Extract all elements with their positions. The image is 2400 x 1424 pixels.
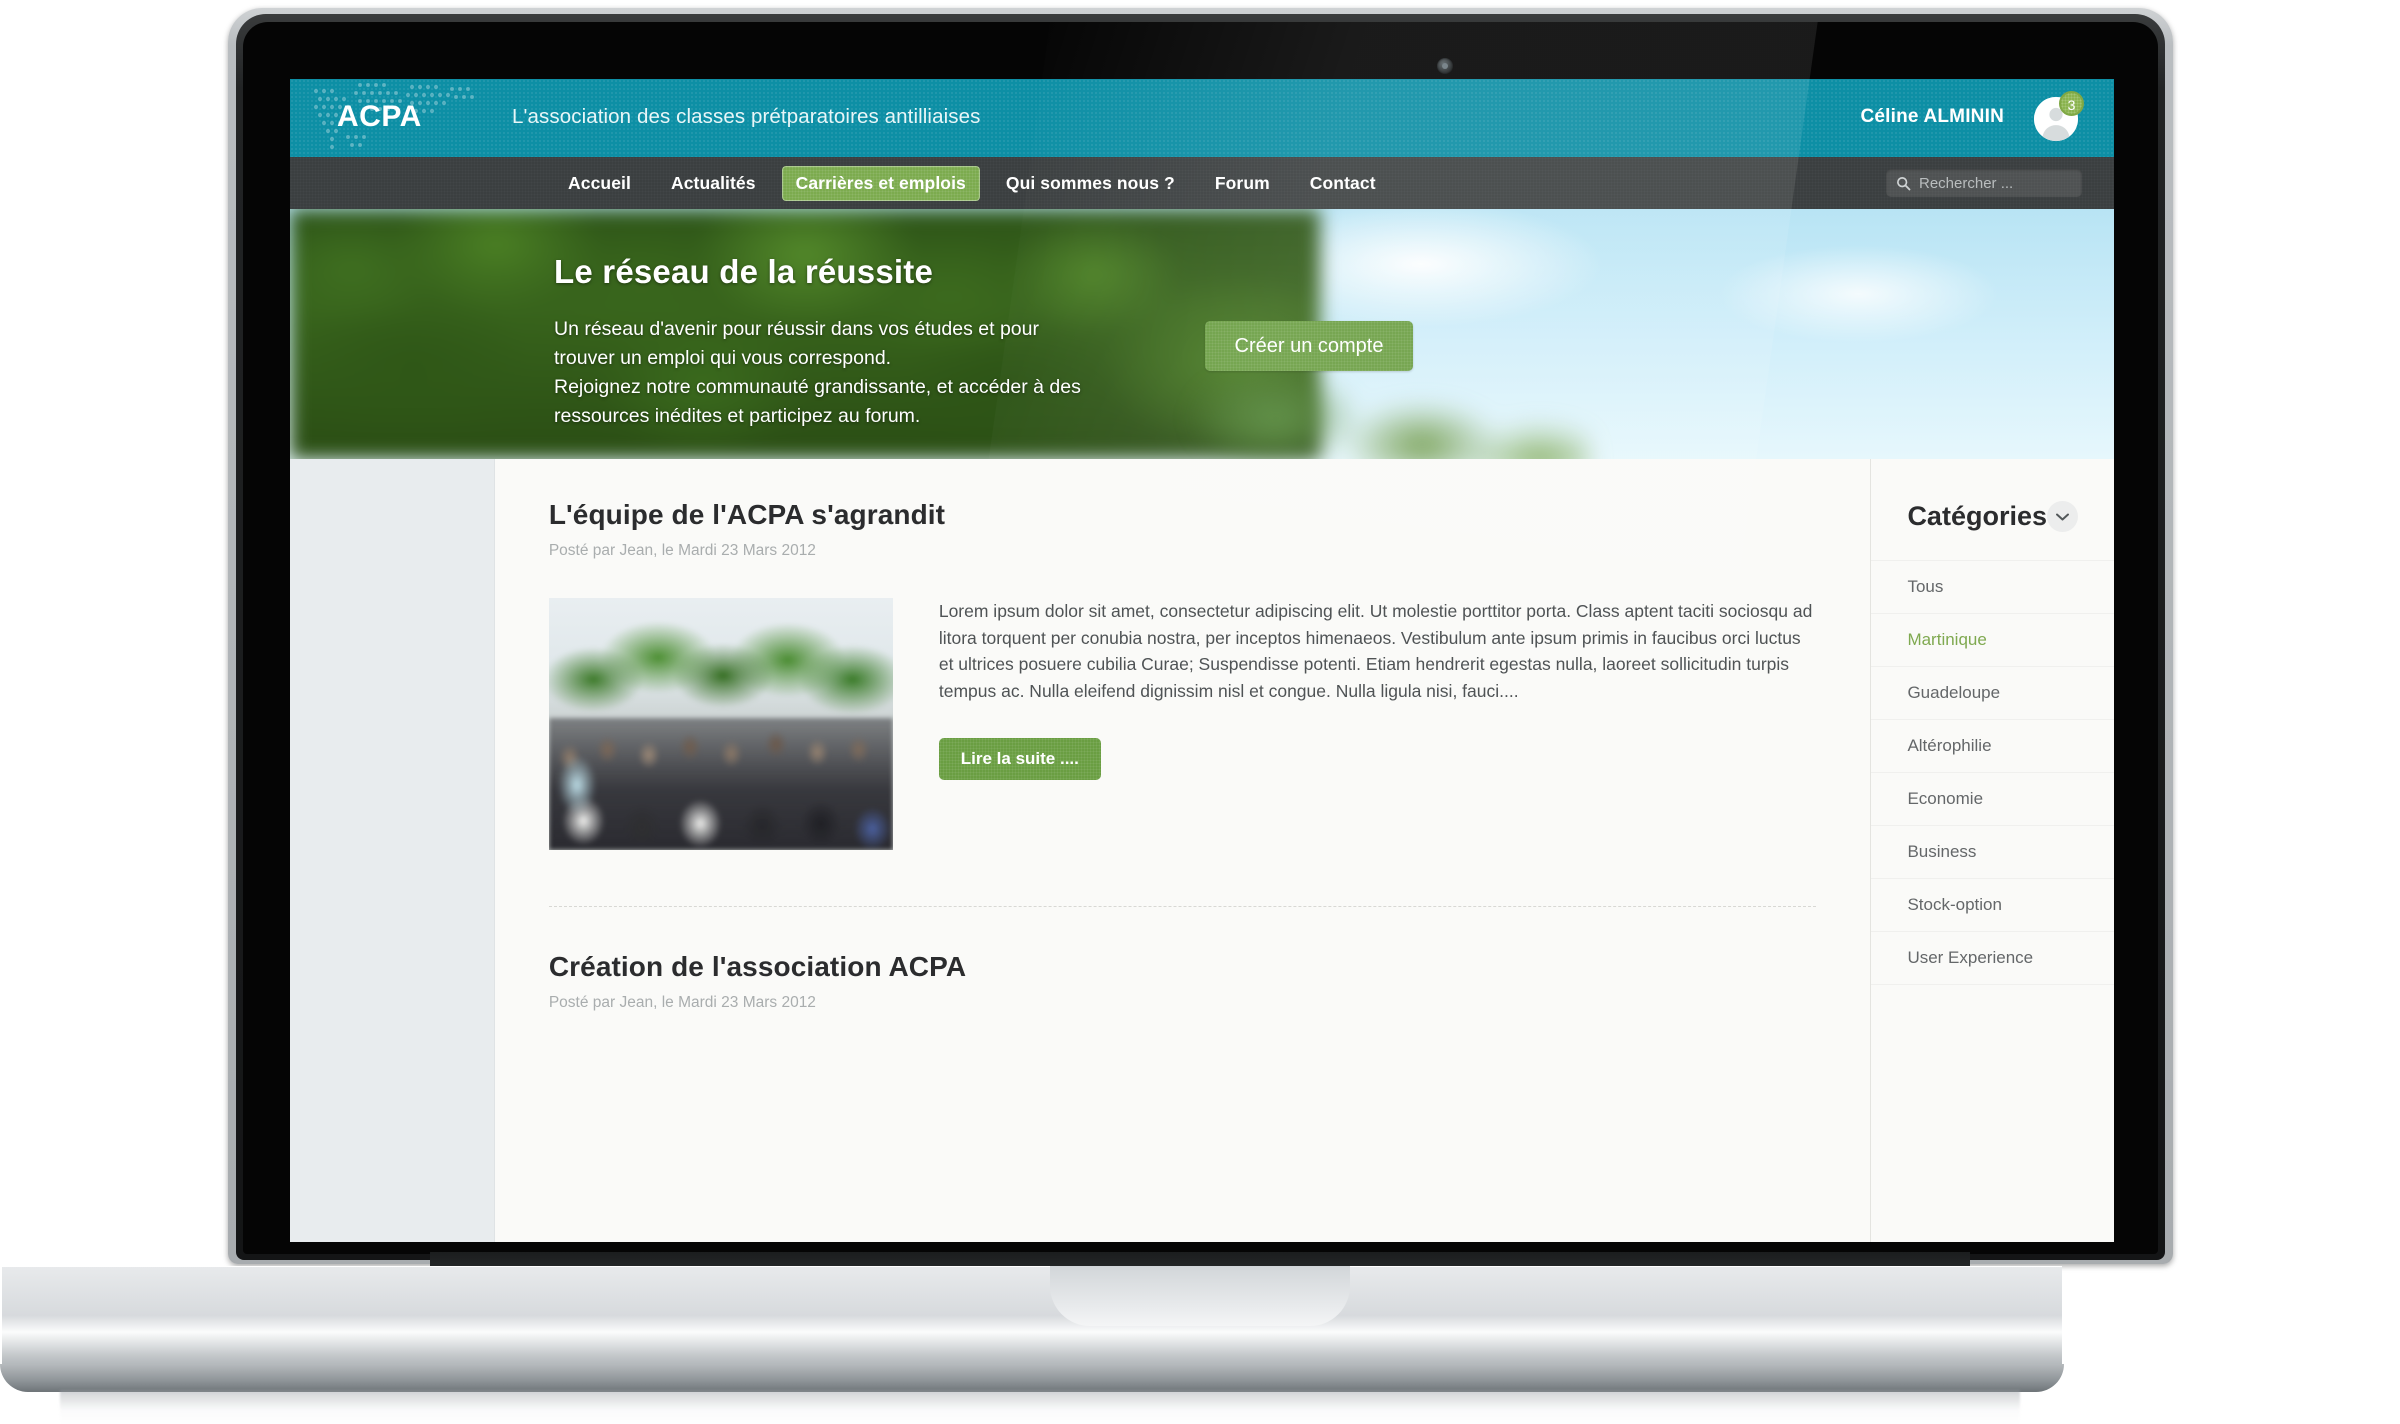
article-1: L'équipe de l'ACPA s'agrandit Posté par … (548, 499, 1817, 850)
categories-sidebar: Catégories Tous Martinique Guadeloupe Al… (1871, 459, 2114, 1242)
nav-item-actualites[interactable]: Actualités (657, 166, 770, 201)
categories-header: Catégories (1871, 459, 2114, 532)
laptop-reflection (60, 1390, 2020, 1424)
read-more-button[interactable]: Lire la suite .... (938, 738, 1101, 780)
nav-item-forum[interactable]: Forum (1201, 166, 1284, 201)
nav-item-carrieres-et-emplois[interactable]: Carrières et emplois (781, 165, 980, 201)
article-title[interactable]: L'équipe de l'ACPA s'agrandit (549, 499, 1817, 531)
category-item-user-experience[interactable]: User Experience (1871, 932, 2114, 985)
logo-text: ACPA (337, 100, 422, 133)
article-title[interactable]: Création de l'association ACPA (549, 951, 1817, 983)
categories-list: Tous Martinique Guadeloupe Altérophilie … (1871, 560, 2114, 985)
laptop-base-notch (1050, 1266, 1350, 1326)
search-input[interactable]: Rechercher ... (1886, 169, 2082, 197)
webcam-lens-icon (1442, 63, 1448, 69)
laptop-base-edge (0, 1364, 2064, 1392)
laptop-screen: ACPA L'association des classes prétparat… (243, 22, 2158, 1254)
nav-item-contact[interactable]: Contact (1296, 166, 1390, 201)
main-navbar: Accueil Actualités Carrières et emplois … (290, 157, 2114, 209)
category-item-economie[interactable]: Economie (1871, 773, 2114, 826)
user-name[interactable]: Céline ALMININ (1860, 106, 2004, 128)
site-header: ACPA L'association des classes prétparat… (290, 79, 2114, 157)
chevron-down-icon (2056, 513, 2069, 520)
search-placeholder: Rechercher ... (1919, 174, 2014, 192)
article-meta: Posté par Jean, le Mardi 23 Mars 2012 (548, 994, 816, 1011)
category-item-guadeloupe[interactable]: Guadeloupe (1871, 667, 2114, 720)
article-body-text: Lorem ipsum dolor sit amet, consectetur … (938, 601, 1813, 701)
notification-badge[interactable]: 3 (2059, 91, 2084, 116)
nav-item-accueil[interactable]: Accueil (554, 166, 645, 201)
category-item-alterophilie[interactable]: Altérophilie (1871, 720, 2114, 773)
article-meta: Posté par Jean, le Mardi 23 Mars 2012 (548, 542, 816, 559)
category-item-tous[interactable]: Tous (1871, 560, 2114, 614)
logo-block[interactable]: ACPA (290, 79, 507, 157)
article-2: Création de l'association ACPA Posté par… (549, 951, 1817, 1012)
nav-list: Accueil Actualités Carrières et emplois … (554, 157, 1402, 209)
nav-item-qui-sommes-nous[interactable]: Qui sommes nous ? (992, 166, 1189, 201)
left-rail (290, 459, 495, 1242)
hero-subtitle: Un réseau d'avenir pour réussir dans vos… (554, 318, 1081, 427)
site-tagline: L'association des classes prétparatoires… (512, 105, 981, 128)
search-icon (1897, 176, 1911, 190)
categories-title: Catégories (1907, 501, 2047, 531)
create-account-button[interactable]: Créer un compte (1205, 321, 1413, 371)
hero-title: Le réseau de la réussite (554, 253, 933, 290)
browser-page: ACPA L'association des classes prétparat… (290, 79, 2114, 1242)
content-row: L'équipe de l'ACPA s'agrandit Posté par … (290, 459, 2114, 1242)
hero-banner: Le réseau de la réussite Un réseau d'ave… (290, 209, 2114, 459)
main-column: L'équipe de l'ACPA s'agrandit Posté par … (494, 459, 1872, 1242)
category-item-business[interactable]: Business (1871, 826, 2114, 879)
screenshot-stage: ACPA L'association des classes prétparat… (0, 0, 2400, 1424)
category-item-stock-option[interactable]: Stock-option (1871, 879, 2114, 932)
category-item-martinique[interactable]: Martinique (1871, 614, 2114, 667)
categories-collapse-button[interactable] (2047, 501, 2078, 532)
article-divider (548, 906, 1817, 907)
article-image (548, 598, 893, 850)
